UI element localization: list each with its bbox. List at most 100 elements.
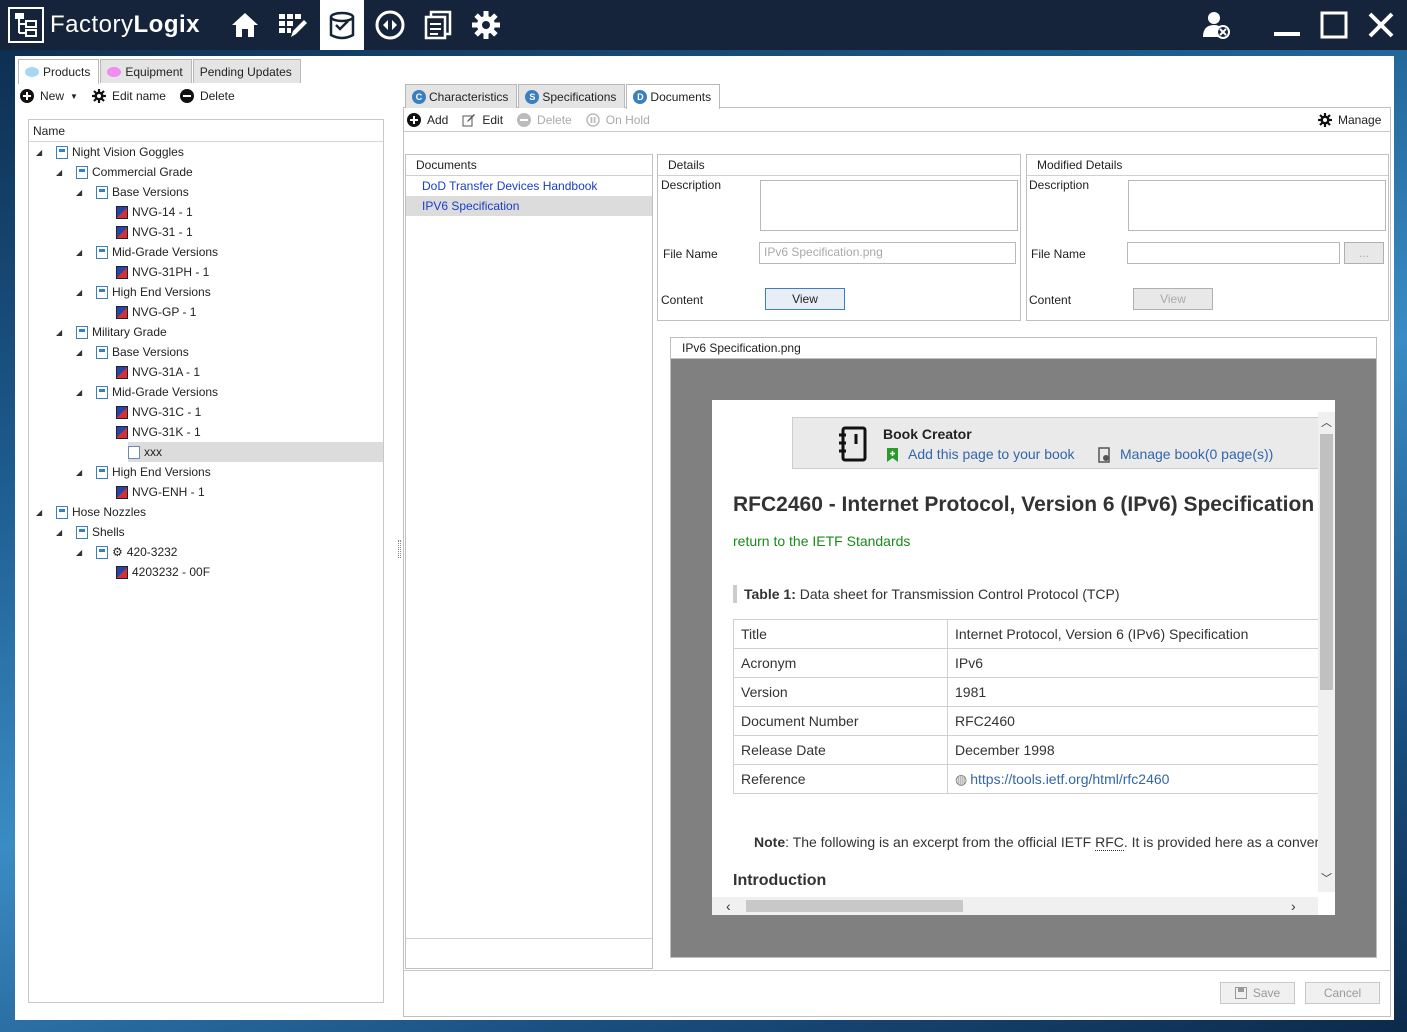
tree-node[interactable]: NVG-14 - 1 xyxy=(96,202,193,222)
document-icon[interactable] xyxy=(416,0,460,50)
right-tab-bar: C Characteristics S Specifications D Doc… xyxy=(405,84,721,109)
tree-node[interactable]: NVG-31A - 1 xyxy=(96,362,200,382)
gear-icon[interactable] xyxy=(464,0,508,50)
tree-node[interactable]: ◢ Military Grade xyxy=(56,322,167,342)
tab-pending-updates[interactable]: Pending Updates xyxy=(192,59,301,83)
tree-node[interactable]: ◢ ⚙ 420-3232 xyxy=(76,542,177,562)
expand-toggle-icon[interactable]: ◢ xyxy=(76,468,86,477)
tree-node[interactable]: ◢ High End Versions xyxy=(76,462,211,482)
reference-link: https://tools.ietf.org/html/rfc2460 xyxy=(970,770,1170,787)
modified-details-header: Modified Details xyxy=(1027,155,1388,176)
tab-specifications[interactable]: S Specifications xyxy=(518,84,626,108)
folder-icon xyxy=(76,325,88,339)
user-remove-icon[interactable] xyxy=(1194,0,1238,50)
manage-button[interactable]: Manage xyxy=(1318,110,1381,130)
tree-node[interactable]: NVG-ENH - 1 xyxy=(96,482,205,502)
save-button[interactable]: Save xyxy=(1220,982,1295,1004)
part-icon xyxy=(116,565,128,579)
tree-node[interactable]: NVG-31PH - 1 xyxy=(96,262,209,282)
toolbar-divider xyxy=(404,131,1390,132)
tree-node-label: NVG-14 - 1 xyxy=(132,205,193,219)
tree-node[interactable]: 4203232 - 00F xyxy=(96,562,210,582)
book-creator-box: Book Creator Add this page to your book … xyxy=(792,417,1332,469)
tab-characteristics[interactable]: C Characteristics xyxy=(405,84,518,108)
modified-description-field[interactable] xyxy=(1128,180,1386,231)
tree-node[interactable]: ◢ Shells xyxy=(56,522,125,542)
expand-toggle-icon[interactable]: ◢ xyxy=(36,508,46,517)
left-toolbar: New ▼ Edit name Delete xyxy=(20,86,249,106)
view-button[interactable]: View xyxy=(765,288,845,310)
tree-node[interactable]: ◢ Night Vision Goggles xyxy=(36,142,184,162)
expand-toggle-icon[interactable]: ◢ xyxy=(76,348,86,357)
delete-button[interactable]: Delete xyxy=(179,89,235,103)
expand-toggle-icon[interactable]: ◢ xyxy=(76,388,86,397)
edit-name-button[interactable]: Edit name xyxy=(91,89,166,103)
folder-icon xyxy=(96,385,108,399)
tree-node-label: NVG-31A - 1 xyxy=(132,365,201,379)
table-caption: Table 1: Data sheet for Transmission Con… xyxy=(744,586,1120,602)
cancel-button[interactable]: Cancel xyxy=(1305,982,1380,1004)
footer-divider xyxy=(404,970,1390,971)
folder-icon xyxy=(96,285,108,299)
document-item-ipv6-spec[interactable]: IPV6 Specification xyxy=(406,196,652,216)
expand-toggle-icon[interactable]: ◢ xyxy=(76,248,86,257)
tree-node[interactable]: ◢ Mid-Grade Versions xyxy=(76,382,218,402)
minimize-icon[interactable] xyxy=(1265,0,1309,50)
grid-edit-icon[interactable] xyxy=(270,0,314,50)
gear-small-icon xyxy=(91,89,106,103)
add-button[interactable]: Add xyxy=(407,113,448,127)
part-icon xyxy=(116,305,128,319)
tree-node-label: 420-3232 xyxy=(126,545,178,559)
characteristics-icon: C xyxy=(412,89,426,104)
close-icon[interactable] xyxy=(1359,0,1403,50)
tab-documents[interactable]: D Documents xyxy=(626,84,721,109)
tree-node[interactable]: ◢ Commercial Grade xyxy=(56,162,193,182)
description-field[interactable] xyxy=(760,180,1018,231)
tab-equipment[interactable]: Equipment xyxy=(100,59,192,83)
plus-circle-icon xyxy=(407,113,421,127)
tree-node[interactable]: NVG-GP - 1 xyxy=(96,302,196,322)
product-data-icon[interactable] xyxy=(320,0,364,50)
tree-node[interactable]: NVG-31C - 1 xyxy=(96,402,201,422)
browse-button[interactable]: ... xyxy=(1344,242,1384,264)
on-hold-button[interactable]: On Hold xyxy=(585,113,650,127)
tree-node-label: Base Versions xyxy=(112,345,189,359)
expand-toggle-icon[interactable]: ◢ xyxy=(36,148,46,157)
tab-products[interactable]: Products xyxy=(18,59,100,84)
document-item-dod-handbook[interactable]: DoD Transfer Devices Handbook xyxy=(406,176,652,196)
tree-node-label: NVG-31 - 1 xyxy=(132,225,193,239)
tree-node[interactable]: ◢ Hose Nozzles xyxy=(36,502,146,522)
expand-toggle-icon[interactable]: ◢ xyxy=(56,168,66,177)
expand-toggle-icon[interactable]: ◢ xyxy=(76,548,86,557)
delete-doc-button[interactable]: Delete xyxy=(517,113,572,127)
new-button[interactable]: New ▼ xyxy=(20,89,78,103)
expand-toggle-icon[interactable]: ◢ xyxy=(76,188,86,197)
tree-node[interactable]: NVG-31K - 1 xyxy=(96,422,201,442)
tree-node[interactable]: NVG-31 - 1 xyxy=(96,222,193,242)
routing-icon[interactable] xyxy=(368,0,412,50)
modified-view-button[interactable]: View xyxy=(1133,288,1213,310)
tree-node[interactable]: ◢ Base Versions xyxy=(76,342,189,362)
modified-file-name-field[interactable] xyxy=(1127,242,1340,264)
tree-node[interactable]: xxx xyxy=(128,442,383,462)
file-name-field[interactable]: IPv6 Specification.png xyxy=(759,242,1016,264)
folder-icon xyxy=(76,165,88,179)
modified-description-label: Description xyxy=(1029,178,1090,192)
home-icon[interactable] xyxy=(223,0,267,50)
table-row: Release Date December 1998 xyxy=(733,735,1328,765)
preview-file-name: IPv6 Specification.png xyxy=(671,338,1376,359)
tree-node[interactable]: ◢ High End Versions xyxy=(76,282,211,302)
edit-button[interactable]: Edit xyxy=(462,113,503,127)
maximize-icon[interactable] xyxy=(1312,0,1356,50)
tree-header: Name xyxy=(29,120,383,142)
expand-toggle-icon[interactable]: ◢ xyxy=(56,328,66,337)
tree-node-label: NVG-31K - 1 xyxy=(132,425,201,439)
expand-toggle-icon[interactable]: ◢ xyxy=(56,528,66,537)
part-icon xyxy=(116,205,128,219)
expand-toggle-icon[interactable]: ◢ xyxy=(76,288,86,297)
panel-splitter[interactable] xyxy=(398,540,401,558)
table-row: Reference ◍ https://tools.ietf.org/html/rf… xyxy=(733,764,1328,794)
tree-node[interactable]: ◢ Mid-Grade Versions xyxy=(76,242,218,262)
documents-list: Documents DoD Transfer Devices Handbook … xyxy=(405,154,653,969)
tree-node[interactable]: ◢ Base Versions xyxy=(76,182,189,202)
